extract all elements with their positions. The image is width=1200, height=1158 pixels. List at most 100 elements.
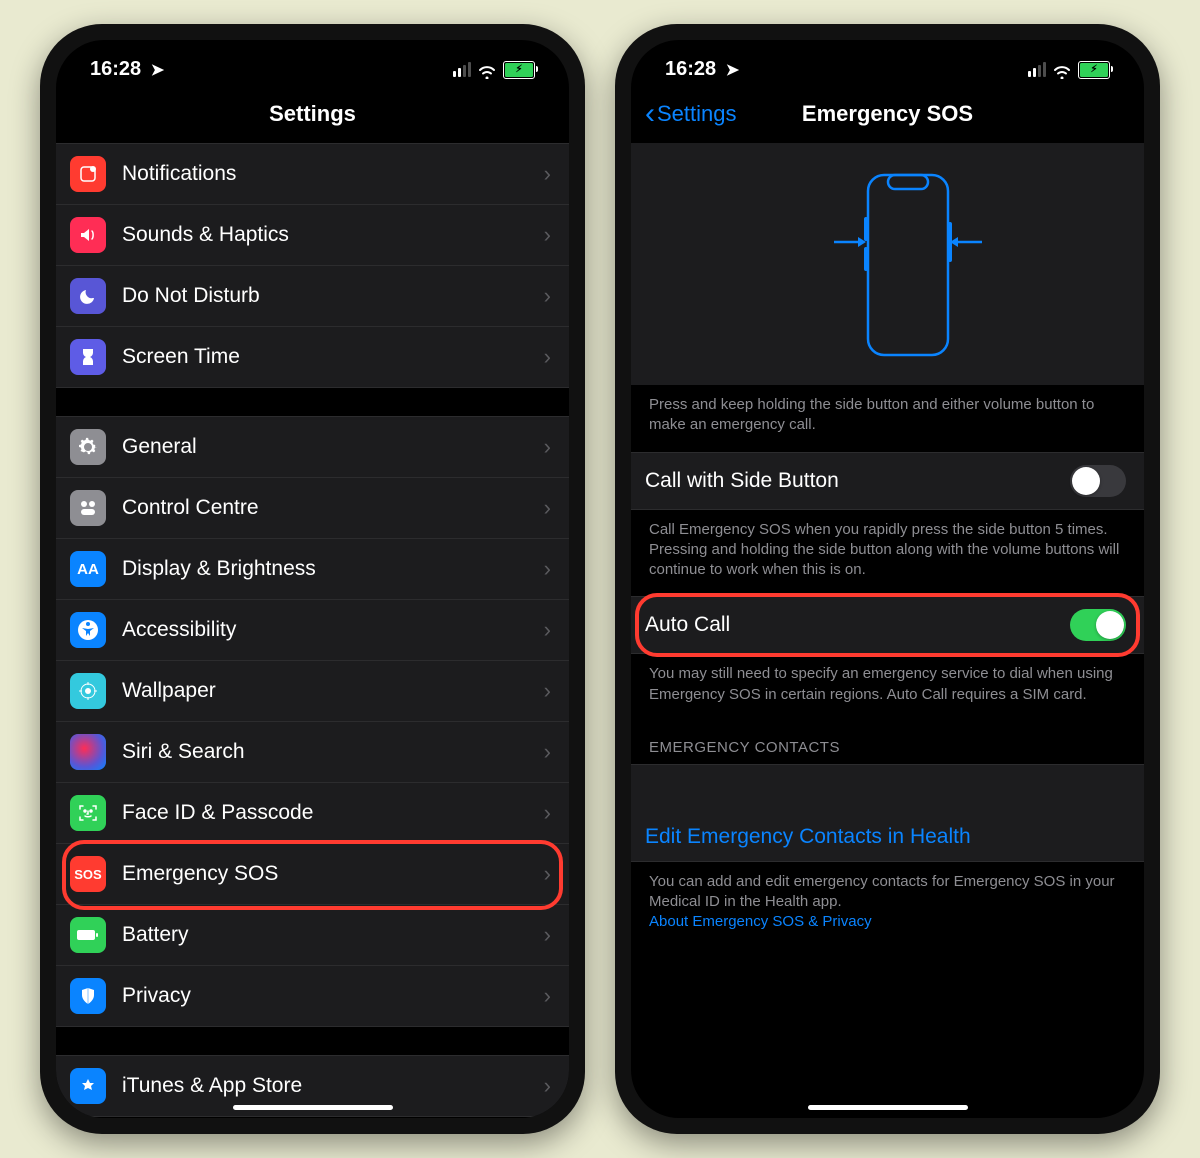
- status-right: ⚡︎: [453, 61, 535, 79]
- row-faceid[interactable]: Face ID & Passcode ›: [56, 782, 569, 843]
- row-label: Control Centre: [122, 496, 528, 520]
- phone-right: 16:28 ➤ ⚡︎: [615, 24, 1160, 1134]
- group-auto-call: Auto Call: [631, 596, 1144, 654]
- contacts-header: EMERGENCY CONTACTS: [631, 721, 1144, 764]
- sos-glyph: SOS: [74, 867, 101, 882]
- dnd-icon: [70, 278, 106, 314]
- row-label: Privacy: [122, 984, 528, 1008]
- settings-list[interactable]: Notifications › Sounds & Haptics ›: [56, 143, 569, 1118]
- nav-bar: Settings: [56, 87, 569, 143]
- chevron-right-icon: ›: [544, 434, 551, 460]
- chevron-right-icon: ›: [544, 739, 551, 765]
- row-accessibility[interactable]: Accessibility ›: [56, 599, 569, 660]
- row-sounds[interactable]: Sounds & Haptics ›: [56, 204, 569, 265]
- row-label: Emergency SOS: [122, 862, 528, 886]
- signal-icon: [453, 62, 471, 77]
- battery-bolt-icon: ⚡︎: [1090, 65, 1097, 75]
- display-icon: AA: [70, 551, 106, 587]
- chevron-right-icon: ›: [544, 283, 551, 309]
- sos-content[interactable]: Press and keep holding the side button a…: [631, 143, 1144, 1118]
- toggle-auto-call[interactable]: [1070, 609, 1126, 641]
- chevron-right-icon: ›: [544, 861, 551, 887]
- chevron-right-icon: ›: [544, 678, 551, 704]
- screen-emergency-sos: 16:28 ➤ ⚡︎: [631, 40, 1144, 1118]
- row-label: iTunes & App Store: [122, 1074, 528, 1098]
- row-label: Accessibility: [122, 618, 528, 642]
- page-title: Settings: [269, 101, 356, 126]
- status-right: ⚡︎: [1028, 61, 1110, 79]
- group-gap: [56, 1027, 569, 1055]
- row-label: Face ID & Passcode: [122, 801, 528, 825]
- row-notifications[interactable]: Notifications ›: [56, 144, 569, 204]
- clock-text: 16:28: [90, 58, 141, 80]
- accessibility-icon: [70, 612, 106, 648]
- signal-icon: [1028, 62, 1046, 77]
- privacy-link[interactable]: About Emergency SOS & Privacy: [649, 912, 1126, 932]
- row-siri[interactable]: Siri & Search ›: [56, 721, 569, 782]
- row-battery[interactable]: Battery ›: [56, 904, 569, 965]
- wifi-icon: [1052, 62, 1072, 78]
- phone-diagram-icon: [828, 167, 948, 367]
- siri-icon: [70, 734, 106, 770]
- chevron-right-icon: ›: [544, 161, 551, 187]
- group-general: General › Control Centre › AA: [56, 416, 569, 1027]
- row-control-centre[interactable]: Control Centre ›: [56, 477, 569, 538]
- contacts-footer-text: You can add and edit emergency contacts …: [649, 873, 1115, 910]
- row-label: Auto Call: [645, 613, 1054, 637]
- row-privacy[interactable]: Privacy ›: [56, 965, 569, 1026]
- row-label: Battery: [122, 923, 528, 947]
- status-time: 16:28 ➤: [665, 58, 739, 81]
- row-dnd[interactable]: Do Not Disturb ›: [56, 265, 569, 326]
- row-call-with-side-button[interactable]: Call with Side Button: [631, 453, 1144, 509]
- chevron-right-icon: ›: [544, 495, 551, 521]
- row-label: Notifications: [122, 162, 528, 186]
- group-alerts: Notifications › Sounds & Haptics ›: [56, 143, 569, 388]
- chevron-right-icon: ›: [544, 617, 551, 643]
- contacts-empty: [631, 765, 1144, 813]
- hero-graphic: [631, 143, 1144, 385]
- call-side-footer-text: Call Emergency SOS when you rapidly pres…: [631, 510, 1144, 597]
- location-icon: ➤: [726, 62, 739, 79]
- row-label: Sounds & Haptics: [122, 223, 528, 247]
- gear-icon: [70, 429, 106, 465]
- row-display[interactable]: AA Display & Brightness ›: [56, 538, 569, 599]
- status-time: 16:28 ➤: [90, 58, 164, 81]
- row-edit-contacts[interactable]: Edit Emergency Contacts in Health: [631, 813, 1144, 861]
- home-indicator[interactable]: [808, 1105, 968, 1110]
- chevron-right-icon: ›: [544, 344, 551, 370]
- privacy-icon: [70, 978, 106, 1014]
- row-screentime[interactable]: Screen Time ›: [56, 326, 569, 387]
- home-indicator[interactable]: [233, 1105, 393, 1110]
- notifications-icon: [70, 156, 106, 192]
- group-contacts: Edit Emergency Contacts in Health: [631, 764, 1144, 862]
- screen-settings: 16:28 ➤ ⚡︎: [56, 40, 569, 1118]
- nav-bar: ‹ Settings Emergency SOS: [631, 87, 1144, 143]
- contacts-footer: You can add and edit emergency contacts …: [631, 862, 1144, 949]
- battery-row-icon: [70, 917, 106, 953]
- toggle-call-side[interactable]: [1070, 465, 1126, 497]
- faceid-icon: [70, 795, 106, 831]
- row-general[interactable]: General ›: [56, 417, 569, 477]
- phone-left: 16:28 ➤ ⚡︎: [40, 24, 585, 1134]
- notch: [788, 40, 988, 70]
- back-button[interactable]: ‹ Settings: [645, 101, 737, 127]
- wifi-icon: [477, 62, 497, 78]
- row-label: Do Not Disturb: [122, 284, 528, 308]
- display-glyph: AA: [77, 561, 99, 578]
- row-label: Wallpaper: [122, 679, 528, 703]
- chevron-right-icon: ›: [544, 556, 551, 582]
- row-emergency-sos[interactable]: SOS Emergency SOS ›: [56, 843, 569, 904]
- row-wallpaper[interactable]: Wallpaper ›: [56, 660, 569, 721]
- chevron-left-icon: ‹: [645, 103, 655, 125]
- chevron-right-icon: ›: [544, 983, 551, 1009]
- chevron-right-icon: ›: [544, 800, 551, 826]
- row-label: Siri & Search: [122, 740, 528, 764]
- control-centre-icon: [70, 490, 106, 526]
- row-label: Edit Emergency Contacts in Health: [645, 825, 1126, 849]
- row-label: Display & Brightness: [122, 557, 528, 581]
- screenshot-pair: 16:28 ➤ ⚡︎: [0, 0, 1200, 1158]
- chevron-right-icon: ›: [544, 922, 551, 948]
- wallpaper-icon: [70, 673, 106, 709]
- row-auto-call[interactable]: Auto Call: [631, 597, 1144, 653]
- row-label: General: [122, 435, 528, 459]
